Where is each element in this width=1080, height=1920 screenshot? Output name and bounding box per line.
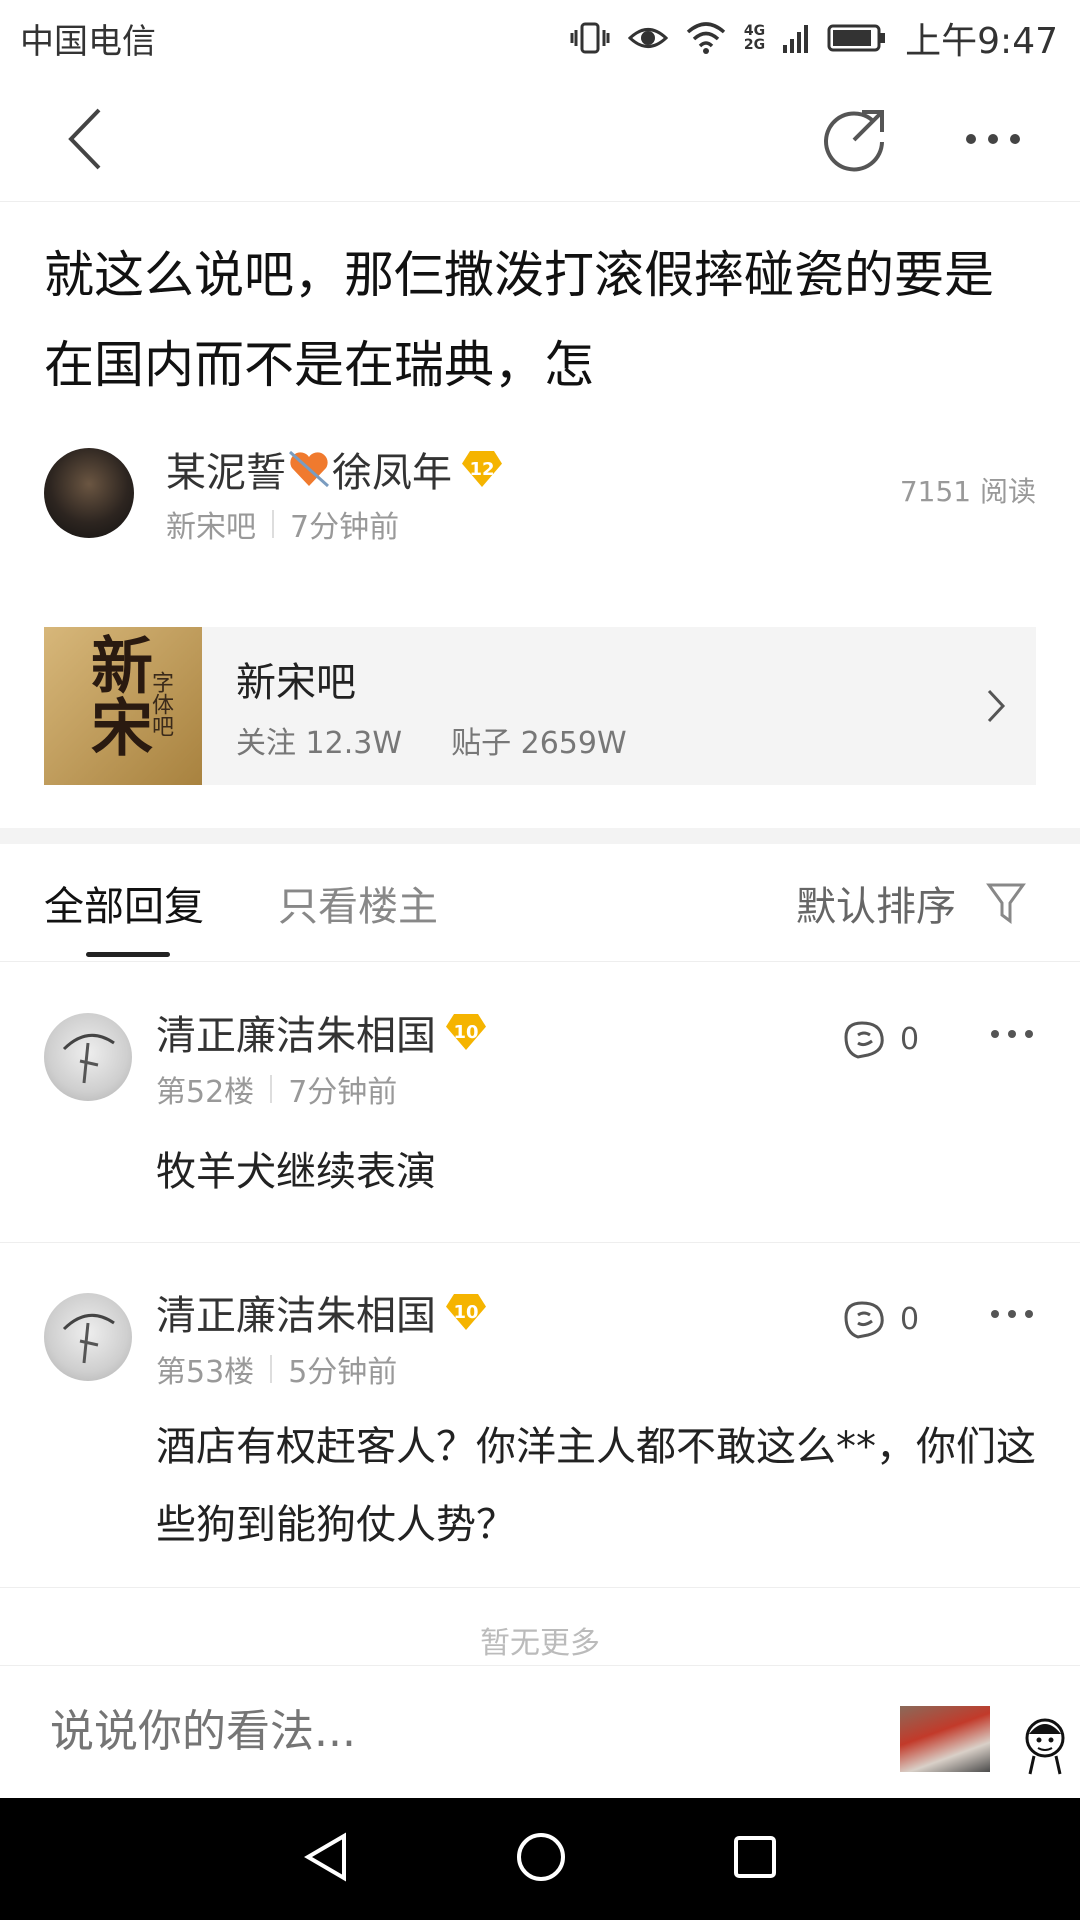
meta-divider <box>272 510 274 538</box>
reply-author[interactable]: 清正廉洁朱相国 10 <box>156 1003 486 1061</box>
system-back-button[interactable] <box>302 1832 350 1886</box>
top-nav-bar <box>0 72 1080 202</box>
emoji-button[interactable] <box>1020 1716 1070 1776</box>
read-count: 7151 阅读 <box>899 475 1036 508</box>
reply-more-button[interactable] <box>990 1283 1034 1329</box>
meta-divider <box>270 1355 273 1383</box>
reply-floor: 第53楼 <box>156 1355 255 1390</box>
comment-bar <box>0 1665 1080 1798</box>
reply-text: 酒店有权赶客人？你洋主人都不敢这么**，你们这些狗到能狗仗人势？ <box>156 1424 1036 1548</box>
forum-followers: 关注 12.3W <box>236 726 402 761</box>
reply-meta: 第52楼 7分钟前 <box>156 1067 397 1111</box>
section-divider <box>0 828 1080 844</box>
heart-arrow-icon <box>288 450 330 488</box>
no-more-label: 暂无更多 <box>480 1626 600 1661</box>
tab-only-op[interactable]: 只看楼主 <box>278 874 438 932</box>
sort-label: 默认排序 <box>796 884 956 930</box>
carrier-label: 中国电信 <box>20 22 156 62</box>
author-name-part1: 某泥誓 <box>166 450 286 496</box>
status-bar: 中国电信 4G 2G 上午9:47 <box>0 0 1080 72</box>
emoji-icon <box>1025 1718 1065 1775</box>
reply-time: 5分钟前 <box>288 1355 398 1390</box>
reply-tabs: 全部回复 只看楼主 默认排序 <box>0 844 1080 962</box>
like-icon <box>844 1021 884 1059</box>
filter-icon <box>986 883 1026 924</box>
like-icon <box>844 1301 884 1339</box>
forum-cover-image: 新宋 字体吧 <box>44 627 202 785</box>
circle-home-icon <box>516 1833 565 1881</box>
post-meta: 新宋吧 7分钟前 <box>166 502 399 546</box>
reply-meta: 第53楼 5分钟前 <box>156 1347 397 1391</box>
more-button[interactable] <box>948 94 1038 184</box>
level-badge: 10 <box>446 1014 486 1050</box>
reply-author-name: 清正廉洁朱相国 <box>156 1293 436 1339</box>
vibrate-icon <box>570 22 610 54</box>
system-home-button[interactable] <box>515 1831 567 1887</box>
signal-icon <box>783 25 809 53</box>
like-button[interactable]: 0 <box>840 1017 919 1061</box>
sort-button[interactable]: 默认排序 <box>796 874 1026 932</box>
like-button[interactable]: 0 <box>840 1297 919 1341</box>
forum-cover-sub: 字体吧 <box>148 671 173 737</box>
network-label: 4G 2G <box>743 23 766 53</box>
eye-icon <box>627 28 668 48</box>
system-recents-button[interactable] <box>732 1834 778 1884</box>
share-icon <box>824 110 884 172</box>
reply-time: 7分钟前 <box>288 1075 398 1110</box>
level-badge: 12 <box>462 451 502 487</box>
post-title: 就这么说吧，那仨撒泼打滚假摔碰瓷的要是在国内而不是在瑞典，怎 <box>44 246 994 394</box>
share-button[interactable] <box>810 94 900 184</box>
battery-icon <box>827 24 886 52</box>
more-icon <box>991 1030 1033 1038</box>
attached-photo-thumbnail[interactable] <box>900 1706 990 1772</box>
post-time: 7分钟前 <box>290 510 400 545</box>
reply-item: 清正廉洁朱相国 10 第53楼 5分钟前 0 酒店有权赶客人？你洋主人都不敢这么… <box>0 1243 1080 1588</box>
author-avatar[interactable] <box>44 448 134 538</box>
tab-indicator <box>86 952 170 957</box>
post-author-row: 某泥誓 徐凤年 12 新宋吧 7分钟前 7151 阅读 <box>44 440 1036 545</box>
more-icon <box>991 1310 1033 1318</box>
forum-name: 新宋吧 <box>236 660 356 706</box>
reply-more-button[interactable] <box>990 1003 1034 1049</box>
forum-posts: 贴子 2659W <box>451 726 627 761</box>
tab-all-replies[interactable]: 全部回复 <box>44 874 204 932</box>
reply-item: 清正廉洁朱相国 10 第52楼 7分钟前 0 牧羊犬继续表演 <box>0 963 1080 1243</box>
system-nav-bar <box>0 1798 1080 1920</box>
meta-divider <box>270 1075 273 1103</box>
more-icon <box>966 134 1020 144</box>
reply-avatar[interactable] <box>44 1293 132 1381</box>
forum-info: 新宋吧 关注 12.3W 贴子 2659W <box>236 650 986 762</box>
like-count: 0 <box>900 1021 920 1057</box>
square-recents-icon <box>733 1836 776 1878</box>
triangle-back-icon <box>304 1832 347 1882</box>
back-button[interactable] <box>40 94 130 184</box>
comment-input[interactable] <box>50 1706 850 1757</box>
chevron-left-icon <box>68 108 101 170</box>
reply-floor: 第52楼 <box>156 1075 255 1110</box>
status-icons: 4G 2G 上午9:47 <box>570 12 1058 64</box>
forum-card[interactable]: 新宋 字体吧 新宋吧 关注 12.3W 贴子 2659W <box>44 627 1036 785</box>
reply-author-name: 清正廉洁朱相国 <box>156 1013 436 1059</box>
level-badge: 10 <box>446 1294 486 1330</box>
chevron-right-icon <box>987 689 1006 723</box>
forum-cover-title: 新宋 <box>80 633 153 757</box>
post-forum[interactable]: 新宋吧 <box>166 502 256 546</box>
author-name-part2: 徐凤年 <box>332 450 452 496</box>
author-name[interactable]: 某泥誓 徐凤年 12 <box>166 440 502 498</box>
reply-avatar[interactable] <box>44 1013 132 1101</box>
like-count: 0 <box>900 1301 920 1337</box>
reply-author[interactable]: 清正廉洁朱相国 10 <box>156 1283 486 1341</box>
wifi-icon <box>686 22 726 54</box>
clock: 上午9:47 <box>905 21 1058 62</box>
forum-stats: 关注 12.3W 贴子 2659W <box>236 718 986 762</box>
reply-text: 牧羊犬继续表演 <box>156 1149 436 1195</box>
